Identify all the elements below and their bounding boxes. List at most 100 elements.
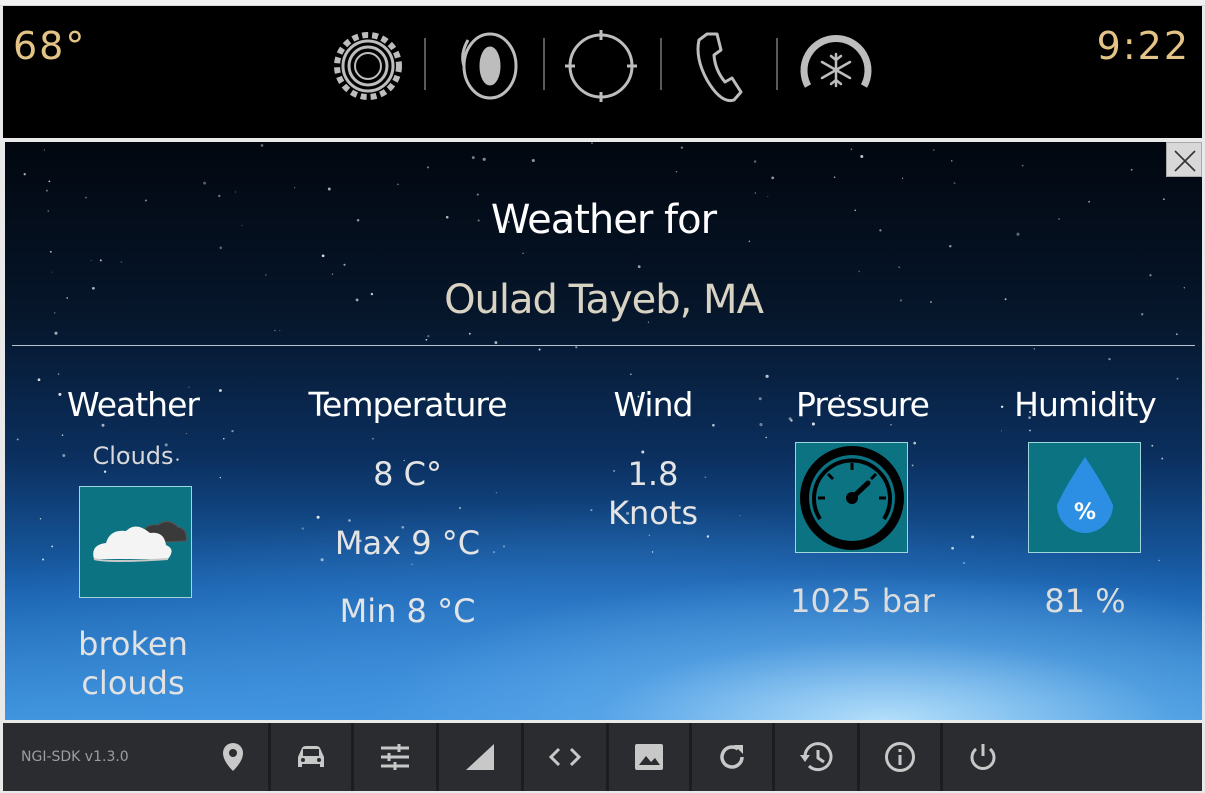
star <box>932 149 935 151</box>
star <box>231 429 234 433</box>
info-button[interactable] <box>860 723 940 791</box>
star <box>279 329 281 332</box>
temperature-column-title: Temperature <box>308 385 507 424</box>
phone-icon[interactable] <box>677 24 761 108</box>
star <box>425 338 428 341</box>
weather-description: broken clouds <box>78 625 188 702</box>
developer-code-button[interactable] <box>524 723 606 791</box>
star <box>45 189 48 192</box>
wind-speed-value: 1.8 <box>627 455 679 493</box>
star <box>43 149 46 151</box>
star <box>890 424 892 426</box>
star <box>850 148 853 151</box>
audio-speaker-icon[interactable] <box>446 24 530 108</box>
top-bar: 68° 9:22 <box>3 6 1202 138</box>
star <box>898 266 901 269</box>
clock: 9:22 <box>1096 24 1190 68</box>
star <box>458 506 462 510</box>
star <box>1130 168 1133 171</box>
car-icon <box>298 746 324 767</box>
star <box>833 176 836 178</box>
settings-sliders-button[interactable] <box>354 723 436 791</box>
star <box>1175 333 1178 336</box>
wind-speed-unit: Knots <box>607 494 699 532</box>
star <box>219 246 223 250</box>
wind-column-title: Wind <box>613 385 694 424</box>
broken-clouds-icon <box>79 486 192 598</box>
history-icon <box>800 742 833 772</box>
star <box>1021 164 1024 167</box>
weather-condition: Clouds <box>92 442 174 470</box>
sdk-version: NGI-SDK v1.3.0 <box>21 749 129 765</box>
star <box>951 546 954 550</box>
star <box>468 332 471 335</box>
star <box>23 173 26 176</box>
star <box>754 192 757 194</box>
star <box>234 191 237 193</box>
star <box>522 252 524 255</box>
city-name: Oulad Tayeb, MA <box>444 277 764 323</box>
star <box>274 329 276 332</box>
star <box>57 373 60 375</box>
refresh-icon <box>720 745 744 769</box>
refresh-button[interactable] <box>692 723 772 791</box>
star <box>575 346 578 349</box>
history-button[interactable] <box>775 723 857 791</box>
star <box>913 441 917 445</box>
star <box>471 156 475 160</box>
image-icon <box>635 744 663 770</box>
power-button[interactable] <box>943 723 1023 791</box>
close-icon <box>1174 150 1196 172</box>
star <box>260 144 264 147</box>
star <box>49 250 52 253</box>
weather-column-title: Weather <box>67 385 200 424</box>
star <box>61 434 64 436</box>
star <box>1161 457 1164 460</box>
power-icon <box>970 744 996 770</box>
star <box>48 180 51 183</box>
vehicle-button[interactable] <box>271 723 351 791</box>
star <box>680 146 684 149</box>
star <box>949 244 952 248</box>
star <box>637 265 641 269</box>
weather-panel: Weather for Oulad Tayeb, MA Weather Clou… <box>5 142 1202 720</box>
star <box>51 545 54 548</box>
top-separator <box>543 38 545 90</box>
star <box>427 166 429 169</box>
star <box>1033 348 1036 350</box>
star <box>1108 357 1111 361</box>
star <box>753 160 757 163</box>
star <box>51 271 53 273</box>
signal-button[interactable] <box>439 723 521 791</box>
star <box>531 158 535 163</box>
info-icon <box>885 742 915 772</box>
close-button[interactable] <box>1166 142 1202 177</box>
location-button[interactable] <box>198 723 268 791</box>
star <box>327 187 331 191</box>
star <box>739 515 741 517</box>
top-separator <box>660 38 662 90</box>
star <box>858 270 860 273</box>
pressure-column-title: Pressure <box>796 385 930 424</box>
star <box>902 177 904 179</box>
weather-heading: Weather for <box>490 197 717 243</box>
star <box>203 181 207 185</box>
star <box>348 519 351 522</box>
star <box>294 187 296 189</box>
settings-gear-icon[interactable] <box>326 24 410 108</box>
star <box>591 142 593 145</box>
wallpaper-button[interactable] <box>609 723 689 791</box>
star <box>765 374 769 378</box>
star <box>962 561 965 565</box>
climate-snowflake-icon[interactable] <box>794 24 878 108</box>
humidity-column-title: Humidity <box>1014 385 1157 424</box>
star <box>321 254 325 258</box>
divider <box>12 345 1195 346</box>
humidity-value: 81 % <box>1044 582 1126 620</box>
navigation-crosshair-icon[interactable] <box>559 24 643 108</box>
star <box>427 334 430 338</box>
star <box>331 273 334 275</box>
pressure-gauge-icon <box>795 442 908 553</box>
top-separator <box>424 38 426 90</box>
code-icon <box>548 747 582 767</box>
